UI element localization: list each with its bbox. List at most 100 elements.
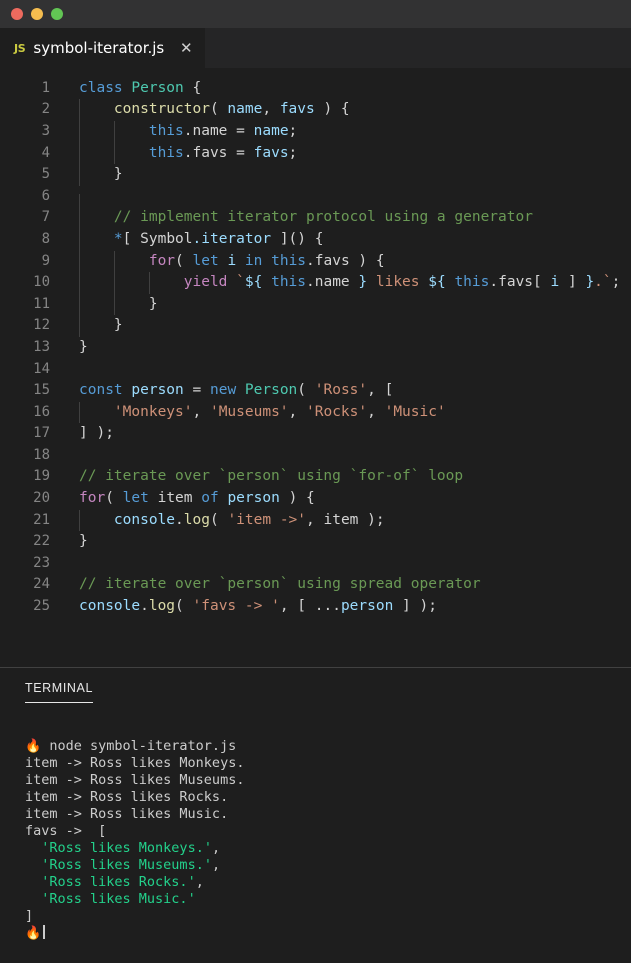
code-line: 19 // iterate over `person` using `for-of… — [0, 466, 631, 488]
code-token: item — [157, 490, 202, 507]
line-number: 15 — [33, 382, 50, 399]
terminal-text: , — [211, 840, 221, 856]
tab-symbol-iterator-js[interactable]: JS symbol-iterator.js ✕ — [0, 28, 207, 68]
terminal-line: item -> Ross likes Music. — [25, 806, 631, 823]
code-line: 5 } — [0, 163, 631, 186]
code-token: , — [288, 403, 307, 420]
code-line-text: class Person { — [50, 80, 631, 96]
code-line-text: } — [50, 293, 631, 316]
terminal-line: 'Ross likes Monkeys.', — [25, 840, 631, 857]
code-token: . — [140, 598, 149, 615]
code-token: ] ); — [79, 425, 114, 442]
terminal-output[interactable]: 🔥 node symbol-iterator.js item -> Ross li… — [0, 722, 631, 963]
code-token: { — [183, 79, 202, 96]
code-line-text: console.log( 'item ->', item ); — [50, 509, 631, 532]
code-token: , — [262, 101, 280, 118]
code-token: likes — [367, 274, 429, 291]
terminal-text: item -> Ross likes Monkeys. — [25, 755, 245, 771]
editor-window: JS symbol-iterator.js ✕ 1 class Person {2… — [0, 0, 631, 963]
line-number: 16 — [33, 403, 50, 420]
code-token: ( — [209, 511, 228, 528]
terminal-line: 'Ross likes Rocks.', — [25, 874, 631, 891]
indent-guide — [79, 315, 80, 337]
code-token: ); — [358, 511, 385, 528]
code-line-text: *[ Symbol.iterator ]() { — [50, 228, 631, 251]
code-token: 'Museums' — [209, 403, 289, 420]
code-token: .favs — [489, 274, 534, 291]
code-token: = — [236, 144, 254, 161]
indent-guide — [114, 142, 115, 165]
code-token: favs — [253, 144, 289, 161]
tab-bar: JS symbol-iterator.js ✕ — [0, 28, 631, 68]
close-icon[interactable]: ✕ — [178, 40, 194, 56]
code-token: .` — [594, 274, 612, 291]
code-token: ( — [297, 382, 315, 399]
code-line: 21 console.log( 'item ->', item ); — [0, 509, 631, 532]
code-token: } — [79, 166, 123, 183]
code-token: .name — [183, 122, 237, 139]
code-token: person — [340, 598, 394, 615]
code-token: 'Music' — [384, 403, 446, 420]
code-token: new — [209, 382, 245, 399]
indent-guide — [79, 509, 80, 532]
terminal-text: ] — [25, 908, 34, 924]
indent-guide — [79, 228, 80, 251]
code-token: [ — [533, 274, 551, 291]
indent-guide — [149, 272, 150, 294]
terminal-line: ] — [25, 908, 631, 925]
code-line-text: // iterate over `person` using spread op… — [50, 576, 631, 592]
code-token: constructor — [113, 101, 210, 118]
indent-guide — [79, 99, 80, 121]
close-window-button[interactable] — [11, 8, 23, 20]
indent-guide — [114, 293, 115, 316]
code-token: item — [323, 511, 359, 528]
code-token: .favs — [183, 144, 237, 161]
minimize-window-button[interactable] — [31, 8, 43, 20]
code-token: let — [192, 252, 228, 269]
code-line: 10 yield `${ this.name } likes ${ this.f… — [0, 271, 631, 294]
code-line-text: ] ); — [50, 425, 631, 441]
line-number: 17 — [33, 425, 50, 442]
line-number: 25 — [33, 598, 50, 615]
code-token: this — [454, 274, 490, 291]
line-number: 24 — [33, 576, 50, 593]
code-token: } — [79, 295, 158, 312]
terminal-line: item -> Ross likes Monkeys. — [25, 755, 631, 772]
terminal-text: 'Ross likes Museums.' — [41, 857, 212, 873]
code-token: 'Rocks' — [306, 403, 368, 420]
terminal-line: item -> Ross likes Rocks. — [25, 789, 631, 806]
code-line-text: } — [50, 315, 631, 337]
indent-guide — [79, 207, 80, 229]
indent-guide — [79, 250, 80, 273]
code-editor[interactable]: 1 class Person {2 constructor( name, favs… — [0, 68, 631, 667]
line-number: 19 — [33, 468, 50, 485]
code-token: this — [148, 122, 184, 139]
code-token: in — [244, 252, 272, 269]
code-token: ) { — [314, 101, 350, 118]
code-token: } — [79, 533, 88, 550]
code-token: of — [201, 490, 228, 507]
code-token: ( — [175, 252, 193, 269]
code-token: let — [122, 490, 158, 507]
terminal-line: favs -> [ — [25, 823, 631, 840]
code-token: favs — [279, 101, 315, 118]
code-token: this — [148, 144, 184, 161]
line-number: 6 — [41, 187, 50, 204]
code-token: ]() { — [271, 230, 324, 247]
terminal-text: item -> Ross likes Music. — [25, 806, 229, 822]
code-token: name — [253, 122, 289, 139]
code-line: 11 } — [0, 293, 631, 316]
code-token: ] — [559, 274, 586, 291]
code-line: 14 — [0, 358, 631, 380]
terminal-text: item -> Ross likes Museums. — [25, 772, 245, 788]
code-token: 'Monkeys' — [113, 403, 193, 420]
code-token: , — [192, 403, 210, 420]
tab-terminal[interactable]: TERMINAL — [25, 682, 94, 703]
terminal-line: 'Ross likes Museums.', — [25, 857, 631, 874]
maximize-window-button[interactable] — [51, 8, 63, 20]
bottom-panel: TERMINAL 🔥 node symbol-iterator.js item -… — [0, 667, 631, 963]
